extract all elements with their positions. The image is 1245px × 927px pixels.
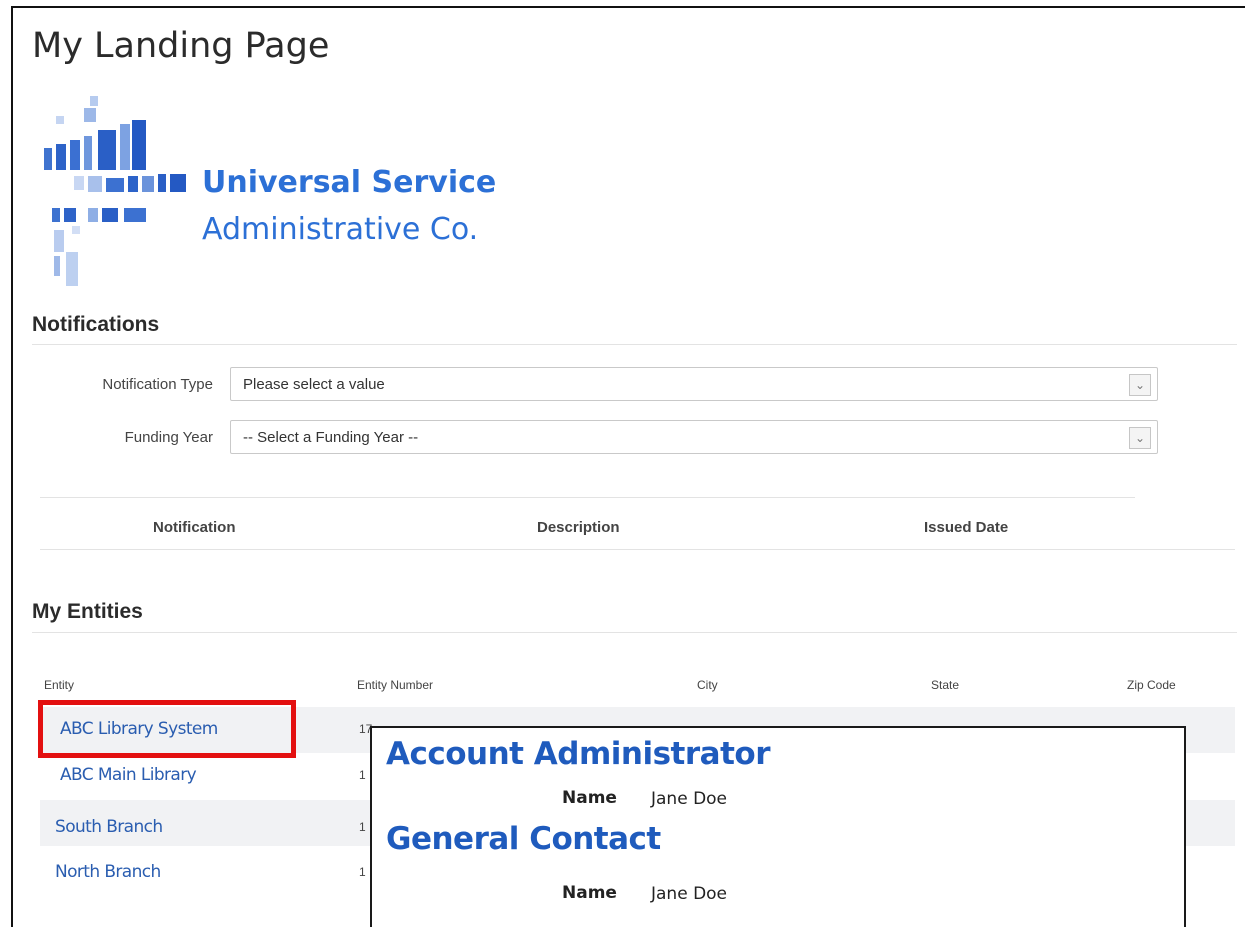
column-header-city: City — [697, 678, 718, 692]
notification-type-select[interactable]: Please select a value ⌄ — [230, 367, 1158, 401]
account-administrator-name-value: Jane Doe — [651, 789, 728, 809]
notification-type-label: Notification Type — [102, 376, 213, 393]
brand-name-line2: Administrative Co. — [202, 212, 479, 247]
column-header-state: State — [931, 678, 960, 692]
column-header-entity: Entity — [44, 678, 75, 692]
general-contact-name-value: Jane Doe — [651, 884, 728, 904]
my-entities-title: My Entities — [32, 600, 143, 623]
column-header-zip-code: Zip Code — [1127, 678, 1176, 692]
page-title: My Landing Page — [32, 26, 330, 66]
entity-link-abc-main-library[interactable]: ABC Main Library — [60, 765, 197, 785]
column-header-notification: Notification — [153, 519, 236, 536]
entity-number-partial: 1 — [359, 865, 366, 879]
notifications-title: Notifications — [32, 313, 160, 336]
account-administrator-heading: Account Administrator — [386, 736, 770, 772]
funding-year-value: -- Select a Funding Year -- — [243, 429, 419, 446]
column-header-description: Description — [537, 519, 620, 536]
entities-divider — [32, 632, 1237, 633]
brand-name-line1: Universal Service — [202, 165, 497, 200]
notifications-table-header-rule — [40, 549, 1235, 550]
chevron-down-icon[interactable]: ⌄ — [1129, 427, 1151, 449]
entity-link-north-branch[interactable]: North Branch — [55, 862, 161, 882]
general-contact-name-label: Name — [562, 883, 617, 903]
funding-year-label: Funding Year — [124, 429, 213, 446]
account-administrator-name-label: Name — [562, 788, 617, 808]
notifications-divider — [32, 344, 1237, 345]
notification-type-value: Please select a value — [243, 376, 385, 393]
general-contact-heading: General Contact — [386, 821, 661, 857]
entity-number-partial: 1 — [359, 820, 366, 834]
notifications-table-top-rule — [40, 497, 1135, 498]
entity-number-partial: 1 — [359, 768, 366, 782]
usac-logo — [44, 96, 194, 286]
funding-year-select[interactable]: -- Select a Funding Year -- ⌄ — [230, 420, 1158, 454]
entity-link-south-branch[interactable]: South Branch — [55, 817, 163, 837]
entity-contacts-popup: Account Administrator Name Jane Doe Gene… — [370, 726, 1186, 927]
column-header-issued-date: Issued Date — [924, 519, 1009, 536]
column-header-entity-number: Entity Number — [357, 678, 434, 692]
chevron-down-icon[interactable]: ⌄ — [1129, 374, 1151, 396]
highlight-annotation-box — [38, 700, 296, 758]
